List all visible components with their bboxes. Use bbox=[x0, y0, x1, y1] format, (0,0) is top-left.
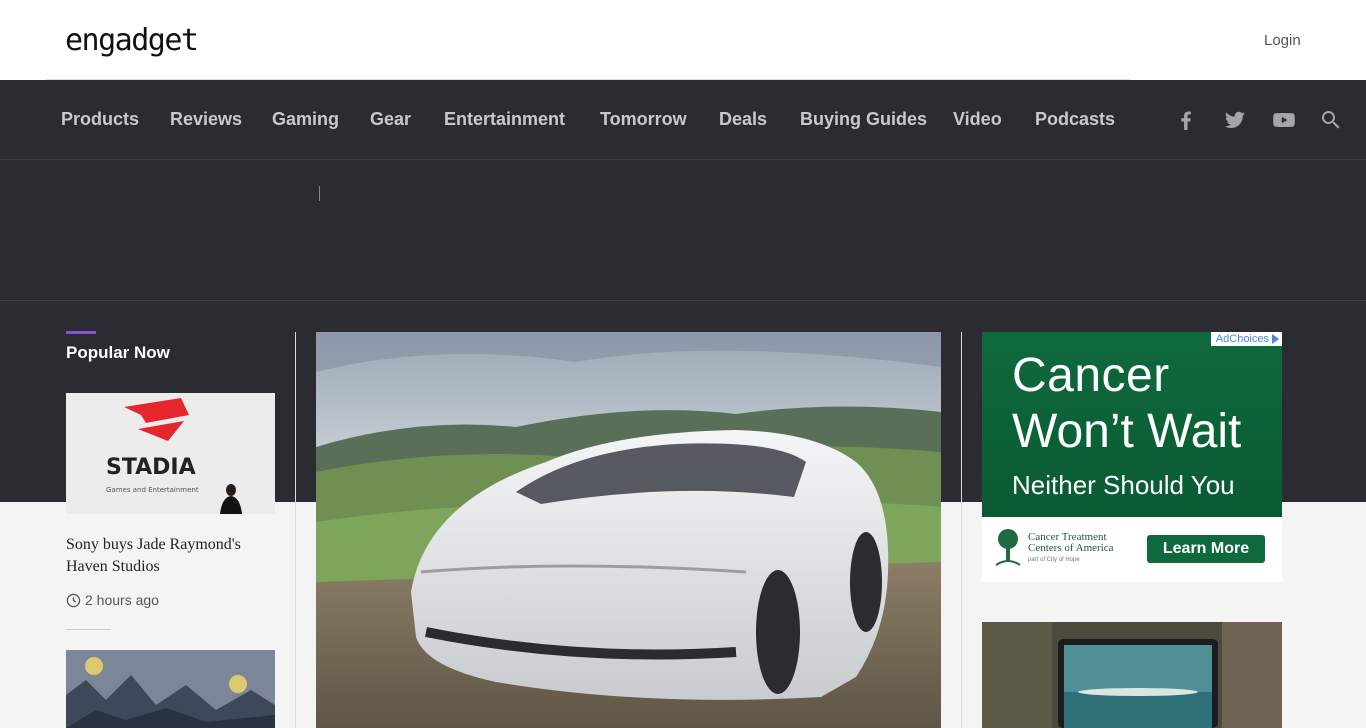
engadget-logo[interactable]: engadget bbox=[65, 20, 220, 60]
nav-item-video[interactable]: Video bbox=[953, 109, 1002, 130]
right-story-thumbnail[interactable] bbox=[982, 622, 1282, 728]
cancer-ad[interactable]: AdChoices Cancer Won’t Wait Neither Shou… bbox=[982, 332, 1282, 582]
stadia-text: STADIA bbox=[106, 455, 196, 480]
nav-item-deals[interactable]: Deals bbox=[719, 109, 767, 130]
ad-org-subtext: part of City of Hope bbox=[1028, 556, 1080, 563]
stadia-image: STADIA Games and Entertainment bbox=[66, 393, 275, 514]
search-icon[interactable] bbox=[1319, 108, 1343, 132]
nav-item-gear[interactable]: Gear bbox=[370, 109, 411, 130]
ad-org-name-1: Cancer Treatment bbox=[1028, 530, 1107, 543]
ad-org-logo: Cancer Treatment Centers of America part… bbox=[994, 527, 1114, 567]
twitter-icon[interactable] bbox=[1223, 108, 1247, 132]
main-nav: Products Reviews Gaming Gear Entertainme… bbox=[0, 80, 1366, 160]
ad-headline-2: Won’t Wait bbox=[1012, 405, 1242, 458]
story-separator bbox=[66, 629, 111, 630]
nav-item-entertainment[interactable]: Entertainment bbox=[444, 109, 565, 130]
clock-icon bbox=[66, 593, 81, 607]
nav-item-gaming[interactable]: Gaming bbox=[272, 109, 339, 130]
top-header: engadget Login bbox=[0, 0, 1366, 80]
nav-item-tomorrow[interactable]: Tomorrow bbox=[600, 109, 687, 130]
popular-now-heading: Popular Now bbox=[66, 343, 170, 362]
adchoices-label: AdChoices bbox=[1215, 333, 1269, 345]
learn-more-button[interactable]: Learn More bbox=[1147, 535, 1265, 563]
logo-text: engadget bbox=[65, 23, 198, 58]
laptop-photo bbox=[982, 622, 1282, 728]
ad-green-panel: AdChoices Cancer Won’t Wait Neither Shou… bbox=[982, 332, 1282, 517]
fantasy-landscape-image bbox=[66, 650, 275, 728]
text-cursor bbox=[319, 186, 320, 201]
adchoices-badge[interactable]: AdChoices bbox=[1210, 332, 1282, 346]
popular-accent-bar bbox=[66, 331, 96, 334]
electric-sedan-photo bbox=[316, 332, 941, 728]
youtube-icon[interactable] bbox=[1272, 108, 1296, 132]
nav-item-podcasts[interactable]: Podcasts bbox=[1035, 109, 1115, 130]
column-divider-left bbox=[295, 332, 296, 728]
story-timestamp: 2 hours ago bbox=[66, 592, 159, 608]
ad-org-name-2: Centers of America bbox=[1028, 541, 1114, 554]
stadia-subtext: Games and Entertainment bbox=[106, 486, 199, 494]
nav-item-buying-guides[interactable]: Buying Guides bbox=[800, 109, 927, 130]
story-time-text: 2 hours ago bbox=[85, 592, 159, 608]
hero-image-car[interactable] bbox=[316, 332, 941, 728]
adchoices-icon bbox=[1272, 334, 1279, 344]
login-link[interactable]: Login bbox=[1264, 32, 1301, 49]
ad-subheadline: Neither Should You bbox=[1012, 470, 1235, 500]
leaderboard-ad-slot bbox=[0, 161, 1366, 301]
tree-logo-icon bbox=[995, 529, 1021, 566]
nav-item-reviews[interactable]: Reviews bbox=[170, 109, 242, 130]
ad-headline-1: Cancer bbox=[1012, 349, 1170, 402]
nav-item-products[interactable]: Products bbox=[61, 109, 139, 130]
story-thumbnail-fantasy[interactable] bbox=[66, 650, 275, 728]
column-divider-right bbox=[961, 332, 962, 728]
story-title[interactable]: Sony buys Jade Raymond's Haven Studios bbox=[66, 534, 275, 578]
story-thumbnail-stadia[interactable]: STADIA Games and Entertainment bbox=[66, 393, 275, 514]
ad-footer: Cancer Treatment Centers of America part… bbox=[982, 517, 1282, 582]
facebook-icon[interactable] bbox=[1174, 108, 1198, 132]
